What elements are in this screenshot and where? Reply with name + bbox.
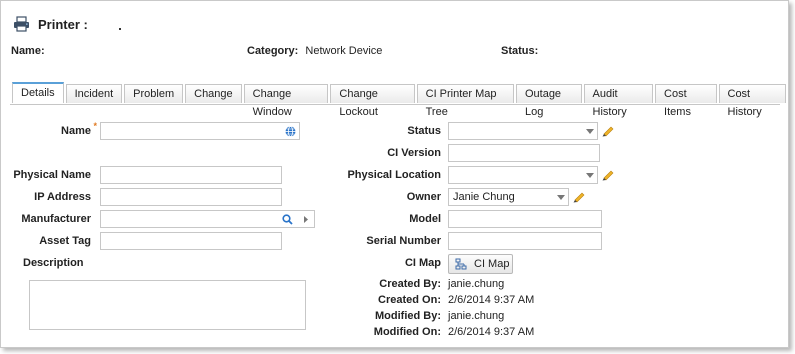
summary-status: Status:: [501, 45, 538, 57]
modified-on-label: Modified On:: [373, 326, 441, 338]
title-dot: [119, 28, 121, 30]
tab-cost-items[interactable]: Cost Items: [655, 84, 717, 118]
asset-tag-label: Asset Tag: [39, 235, 91, 247]
modified-by-value: janie.chung: [448, 310, 505, 322]
physical-name-label: Physical Name: [13, 169, 91, 181]
pencil-icon[interactable]: [601, 168, 614, 181]
asset-tag-input[interactable]: [100, 232, 282, 250]
manufacturer-field[interactable]: [100, 210, 315, 228]
summary-name: Name:: [11, 45, 45, 57]
summary-name-label: Name:: [11, 45, 45, 57]
pencil-icon[interactable]: [601, 124, 614, 137]
tab-change-lockout[interactable]: Change Lockout: [330, 84, 415, 118]
serial-number-input[interactable]: [448, 232, 602, 250]
chevron-down-icon[interactable]: [557, 195, 565, 200]
ci-version-input[interactable]: [448, 144, 600, 162]
ci-map-button[interactable]: CI Map: [448, 254, 513, 274]
chevron-down-icon[interactable]: [586, 129, 594, 134]
tab-change-window[interactable]: Change Window: [243, 84, 329, 118]
status-label: Status: [407, 125, 441, 137]
manufacturer-label: Manufacturer: [21, 213, 91, 225]
created-by-label: Created By:: [379, 278, 441, 290]
printer-icon: [14, 16, 29, 32]
tab-outage-log[interactable]: Outage Log: [515, 84, 582, 118]
created-by-value: janie.chung: [448, 278, 505, 290]
summary-category: Category: Network Device: [247, 45, 382, 57]
printer-record-window: Printer : Name: Category: Network Device…: [0, 0, 789, 348]
created-on-value: 2/6/2014 9:37 AM: [448, 294, 535, 306]
description-label: Description: [23, 257, 84, 269]
ip-address-label: IP Address: [34, 191, 91, 203]
physical-location-dropdown[interactable]: [448, 166, 598, 184]
triangle-right-icon[interactable]: [303, 215, 309, 224]
description-textarea[interactable]: [29, 280, 306, 330]
name-label: Name *: [61, 121, 97, 137]
globe-icon[interactable]: [285, 126, 296, 137]
required-marker: *: [93, 121, 97, 131]
tab-cost-history[interactable]: Cost History: [718, 84, 787, 118]
ci-version-label: CI Version: [387, 147, 441, 159]
tab-incident[interactable]: Incident: [65, 84, 123, 103]
model-input[interactable]: [448, 210, 602, 228]
serial-number-label: Serial Number: [366, 235, 441, 247]
tab-details[interactable]: Details: [12, 82, 64, 103]
status-dropdown[interactable]: [448, 122, 598, 140]
model-label: Model: [409, 213, 441, 225]
tab-change[interactable]: Change: [185, 84, 242, 103]
network-map-icon: [455, 258, 467, 270]
owner-dropdown[interactable]: Janie Chung: [448, 188, 569, 206]
modified-by-label: Modified By:: [375, 310, 441, 322]
ip-address-input[interactable]: [100, 188, 282, 206]
page-title: Printer :: [38, 16, 88, 32]
title-row: Printer :: [13, 16, 88, 32]
tab-ci-printer-map-tree[interactable]: CI Printer Map Tree: [416, 84, 514, 118]
ci-map-label: CI Map: [404, 257, 441, 269]
ci-map-button-label: CI Map: [474, 258, 510, 270]
pencil-icon[interactable]: [572, 190, 585, 203]
name-label-text: Name: [61, 125, 91, 137]
created-on-label: Created On:: [378, 294, 441, 306]
owner-label: Owner: [406, 191, 441, 203]
owner-value: Janie Chung: [453, 191, 515, 203]
summary-category-label: Category:: [247, 45, 299, 57]
chevron-down-icon[interactable]: [586, 173, 594, 178]
tab-audit-history[interactable]: Audit History: [583, 84, 654, 118]
summary-status-label: Status:: [501, 45, 539, 57]
tab-problem[interactable]: Problem: [124, 84, 184, 103]
tab-bar: Details Incident Problem Change Change W…: [12, 82, 788, 118]
physical-name-input[interactable]: [100, 166, 282, 184]
magnifier-icon[interactable]: [282, 214, 293, 225]
modified-on-value: 2/6/2014 9:37 AM: [448, 326, 535, 338]
name-field[interactable]: [100, 122, 300, 140]
physical-location-label: Physical Location: [347, 169, 441, 181]
summary-category-value: Network Device: [305, 45, 383, 57]
details-form: Name * Physical Name IP Address Manufact…: [1, 105, 788, 345]
